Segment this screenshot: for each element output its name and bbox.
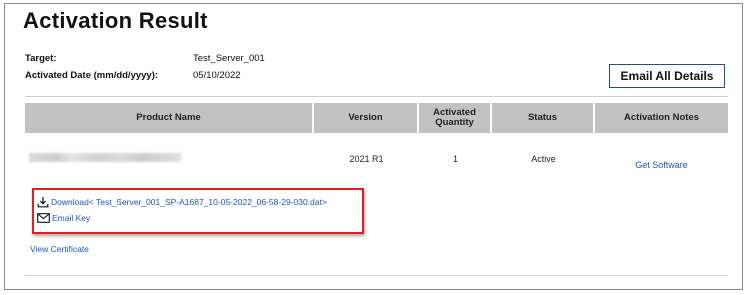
- activated-date-value: 05/10/2022: [193, 70, 241, 81]
- target-label: Target:: [25, 53, 57, 64]
- table-header: Product Name Version Activated Quantity …: [25, 103, 728, 133]
- email-key-link[interactable]: Email Key: [52, 213, 90, 223]
- column-header-activation-notes: Activation Notes: [624, 112, 699, 123]
- view-certificate-link[interactable]: View Certificate: [30, 244, 89, 254]
- activated-date-label: Activated Date (mm/dd/yyyy):: [25, 70, 159, 81]
- redacted-product-name: [29, 153, 181, 162]
- divider-bottom: [25, 275, 728, 276]
- page-title: Activation Result: [23, 8, 208, 33]
- cell-status: Active: [531, 154, 556, 164]
- column-header-status: Status: [492, 103, 595, 133]
- download-item[interactable]: Download< Test_Server_001_SP-A1687_10-05…: [37, 196, 327, 208]
- table-row: 2021 R1 1 Active Get Software: [25, 140, 728, 180]
- cell-activation-notes: Get Software: [595, 140, 728, 180]
- download-highlight-box: [32, 188, 364, 234]
- column-header-activated-quantity: Activated Quantity: [419, 103, 492, 133]
- column-header-product-name: Product Name: [25, 103, 314, 133]
- target-value: Test_Server_001: [193, 53, 265, 64]
- cell-quantity: 1: [452, 154, 458, 164]
- divider: [25, 96, 728, 97]
- download-license-link[interactable]: Download< Test_Server_001_SP-A1687_10-05…: [51, 197, 327, 207]
- email-key-item[interactable]: Email Key: [37, 213, 90, 223]
- cell-product-name: [25, 140, 314, 180]
- column-header-version: Version: [314, 103, 419, 133]
- get-software-link[interactable]: Get Software: [635, 160, 688, 180]
- cell-version: 2021 R1: [349, 154, 384, 164]
- email-all-details-button[interactable]: Email All Details: [609, 64, 725, 88]
- envelope-icon: [37, 213, 50, 223]
- download-icon: [37, 196, 49, 208]
- view-certificate-item[interactable]: View Certificate: [30, 244, 89, 254]
